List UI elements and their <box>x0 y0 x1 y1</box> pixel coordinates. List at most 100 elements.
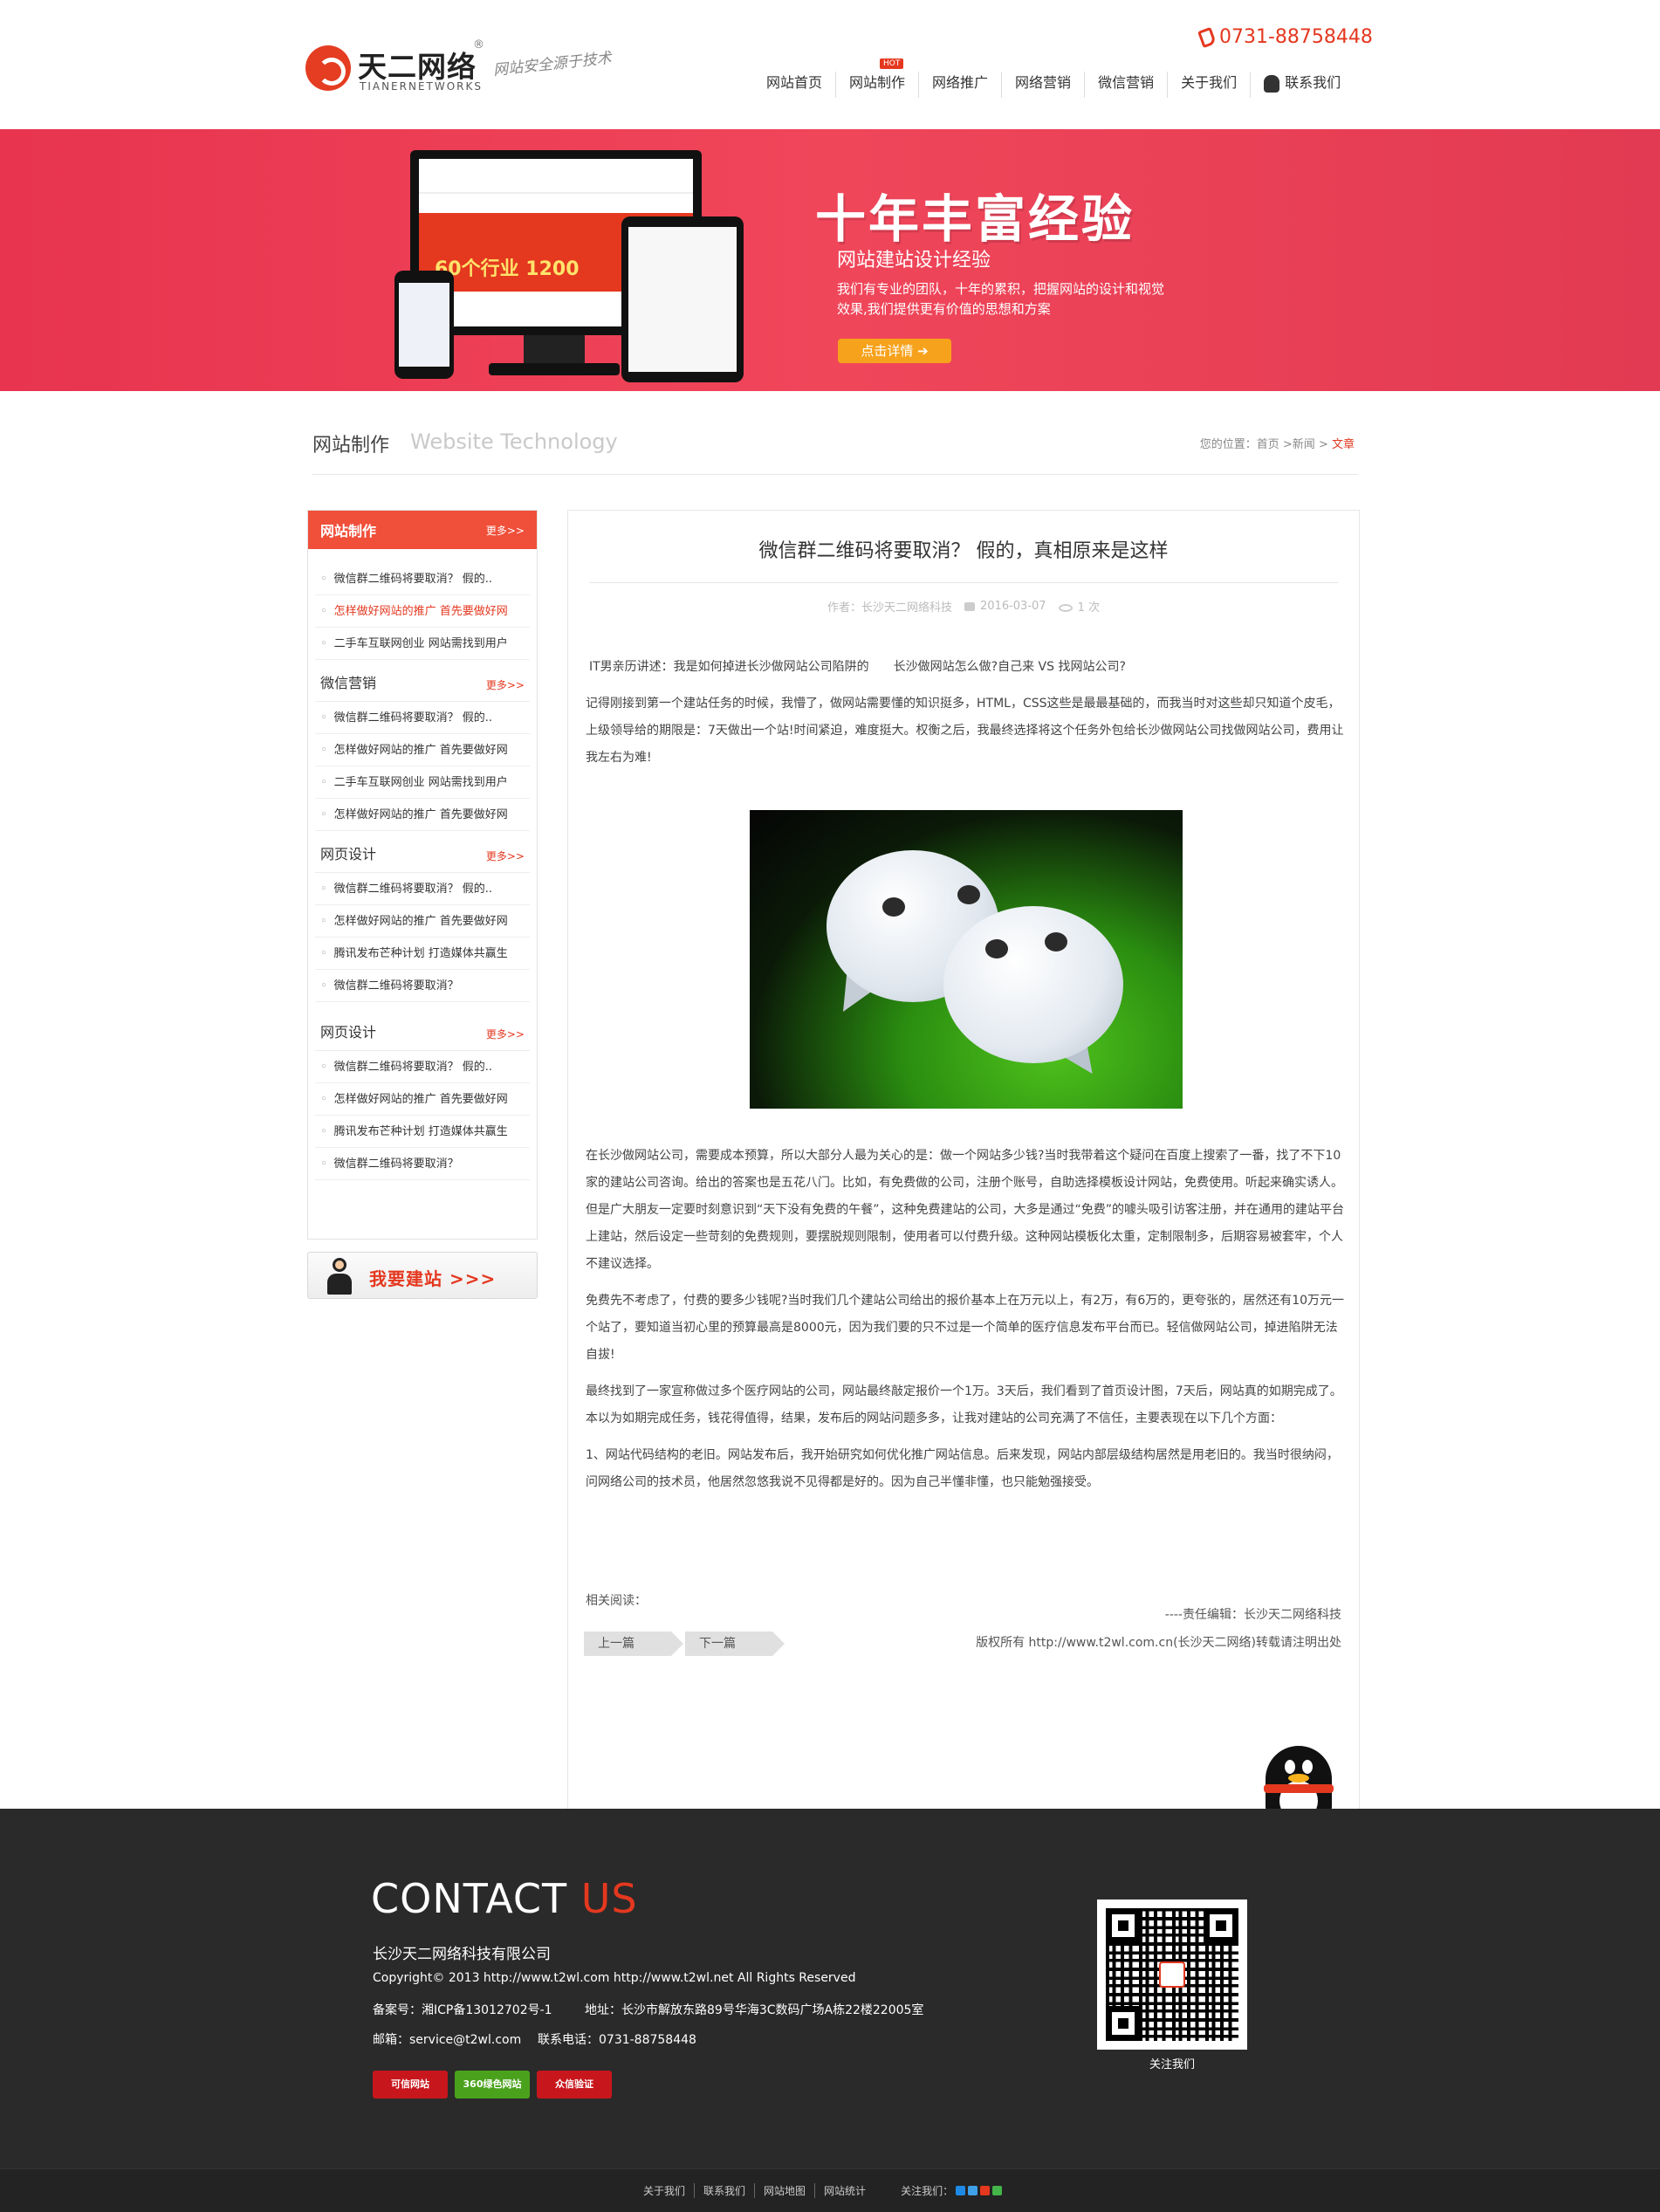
sidebar-item[interactable]: 怎样做好网站的推广 首先要做好网 <box>315 905 530 938</box>
page: 天二网络 TIANERNETWORKS ® 网站安全源于技术 0731-8875… <box>0 0 1660 2212</box>
prev-article-button[interactable]: 上一篇 <box>584 1632 683 1656</box>
share-tencent-icon[interactable] <box>968 2186 978 2195</box>
nav-label: 网站制作 <box>849 74 906 91</box>
qq-icon <box>1264 74 1280 93</box>
sidebar-item[interactable]: 微信群二维码将要取消？ <box>315 970 530 1002</box>
sidebar-item[interactable]: 微信群二维码将要取消？ 假的.. <box>315 873 530 905</box>
qr-code <box>1097 1899 1247 2050</box>
nav-website-making[interactable]: HOT 网站制作 <box>835 58 918 98</box>
divider <box>589 582 1338 583</box>
paragraph: 最终找到了一家宣称做过多个医疗网站的公司，网站最终敲定报价一个1万。3天后，我们… <box>586 1384 1342 1425</box>
sidebar-item[interactable]: 怎样做好网站的推广 首先要做好网 <box>315 1083 530 1116</box>
banner-subtitle: 网站建站设计经验 <box>837 250 991 271</box>
screen-text: 60个行业 1200 <box>435 258 580 280</box>
site-header: 天二网络 TIANERNETWORKS ® 网站安全源于技术 0731-8875… <box>0 0 1660 129</box>
article: 微信群二维码将要取消？ 假的，真相原来是这样 作者：长沙天二网络科技 2016-… <box>567 510 1360 1809</box>
footer-address: 地址：长沙市解放东路89号华海3C数码广场A栋22楼22005室 <box>585 2003 924 2017</box>
person-icon <box>326 1258 353 1295</box>
follow-label: 关注我们： <box>901 2185 954 2197</box>
nav-about[interactable]: 关于我们 <box>1167 72 1250 98</box>
footer-bottom-bar: 关于我们 联系我们 网站地图 网站统计 关注我们： <box>0 2168 1660 2212</box>
share-qzone-icon[interactable] <box>956 2186 966 2195</box>
trust-badges: 可信网站 360绿色网站 众信验证 <box>373 2071 612 2099</box>
sidebar-item[interactable]: 怎样做好网站的推广 首先要做好网 <box>315 734 530 766</box>
article-views: 1 次 <box>1077 601 1100 615</box>
nav-contact[interactable]: 联系我们 <box>1250 72 1354 98</box>
section-title: 网站制作 <box>312 435 390 457</box>
nav-home[interactable]: 网站首页 <box>753 72 835 98</box>
sidebar-group: 微信群二维码将要取消？ 假的.. 怎样做好网站的推广 首先要做好网 二手车互联网… <box>308 549 537 660</box>
group-title: 网页设计 <box>320 1024 377 1041</box>
nav-marketing[interactable]: 网络营销 <box>1001 72 1084 98</box>
sidebar-item[interactable]: 二手车互联网创业 网站需找到用户 <box>315 766 530 799</box>
hot-badge: HOT <box>880 58 904 69</box>
more-link[interactable]: 更多>> <box>486 523 525 538</box>
footer-link-contact[interactable]: 联系我们 <box>694 2183 754 2198</box>
article-author: 作者：长沙天二网络科技 <box>827 601 953 615</box>
nav-wechat[interactable]: 微信营销 <box>1084 72 1167 98</box>
sidebar-group-design-2: 网页设计 更多>> 微信群二维码将要取消？ 假的.. 怎样做好网站的推广 首先要… <box>308 1002 537 1180</box>
verified-badge[interactable]: 众信验证 <box>537 2071 612 2099</box>
share-wechat-icon[interactable] <box>992 2186 1003 2195</box>
more-link[interactable]: 更多>> <box>486 1027 525 1041</box>
sidebar-item[interactable]: 微信群二维码将要取消？ <box>315 1148 530 1180</box>
share-weibo-icon[interactable] <box>980 2186 991 2195</box>
article-views-wrap: 1 次 <box>1058 598 1100 615</box>
group-title: 微信营销 <box>320 675 377 691</box>
more-link[interactable]: 更多>> <box>486 677 525 692</box>
article-title: 微信群二维码将要取消？ 假的，真相原来是这样 <box>758 540 1169 562</box>
calendar-icon <box>964 601 976 611</box>
qr-logo-icon <box>1159 1961 1185 1988</box>
header-phone: 0731-88758448 <box>1197 26 1373 48</box>
wechat-logo-image <box>750 810 1183 1109</box>
qq-penguin-icon[interactable] <box>1255 1746 1342 1824</box>
details-button[interactable]: 点击详情 ➔ <box>838 339 951 363</box>
footer-link-sitemap[interactable]: 网站地图 <box>754 2183 814 2198</box>
section-subtitle: Website Technology <box>410 429 618 454</box>
sidebar-item[interactable]: 腾讯发布芒种计划 打造媒体共赢生 <box>315 938 530 970</box>
eye-icon <box>1058 604 1073 612</box>
sidebar-title: 网站制作 <box>320 523 377 539</box>
footer-icp: 备案号：湘ICP备13012702号-1 <box>373 2003 552 2017</box>
footer-link-about[interactable]: 关于我们 <box>635 2183 694 2198</box>
group-header: 网页设计 更多>> <box>315 831 530 873</box>
banner-title: 十年丰富经验 <box>815 189 1135 249</box>
footer-link-stats[interactable]: 网站统计 <box>814 2183 875 2198</box>
article-date: 2016-03-07 <box>980 600 1046 613</box>
sidebar-item[interactable]: 腾讯发布芒种计划 打造媒体共赢生 <box>315 1116 530 1148</box>
logo[interactable]: 天二网络 TIANERNETWORKS ® <box>305 38 485 100</box>
sidebar-item[interactable]: 怎样做好网站的推广 首先要做好网 <box>315 595 530 628</box>
article-copyright: 版权所有 http://www.t2wl.com.cn(长沙天二网络)转载请注明… <box>976 1636 1341 1650</box>
next-article-button[interactable]: 下一篇 <box>685 1632 785 1656</box>
sidebar-item[interactable]: 微信群二维码将要取消？ 假的.. <box>315 702 530 734</box>
sidebar: 网站制作 更多>> 微信群二维码将要取消？ 假的.. 怎样做好网站的推广 首先要… <box>307 510 538 1240</box>
tablet-image <box>621 216 744 382</box>
footer-links: 关于我们 联系我们 网站地图 网站统计 关注我们： <box>635 2183 1003 2198</box>
sidebar-item[interactable]: 微信群二维码将要取消？ 假的.. <box>315 563 530 595</box>
paragraph: 免费先不考虑了，付费的要多少钱呢?当时我们几个建站公司给出的报价基本上在万元以上… <box>586 1294 1345 1362</box>
build-site-label: 我要建站 >>> <box>369 1268 497 1289</box>
article-date-wrap: 2016-03-07 <box>964 600 1046 613</box>
more-link[interactable]: 更多>> <box>486 848 525 863</box>
paragraph: 记得刚接到第一个建站任务的时候，我懵了，做网站需要懂的知识挺多，HTML，CSS… <box>586 697 1344 765</box>
breadcrumb: 您的位置：首页 >新闻 > 文章 <box>1200 435 1355 451</box>
breadcrumb-path[interactable]: 您的位置：首页 >新闻 > <box>1200 438 1328 451</box>
footer-contact-heading: CONTACT US <box>371 1875 638 1922</box>
paragraph: IT男亲历讲述：我是如何掉进长沙做网站公司陷阱的 长沙做网站怎么做?自己来 VS… <box>589 660 1126 674</box>
paragraph: 1、网站代码结构的老旧。网站发布后，我开始研究如何优化推广网站信息。后来发现，网… <box>586 1448 1339 1489</box>
nav-promotion[interactable]: 网络推广 <box>918 72 1001 98</box>
sidebar-item[interactable]: 怎样做好网站的推广 首先要做好网 <box>315 799 530 831</box>
logo-text: 天二网络 <box>358 50 477 84</box>
section-header: 网站制作 Website Technology 您的位置：首页 >新闻 > 文章 <box>312 428 1358 475</box>
sidebar-item[interactable]: 微信群二维码将要取消？ 假的.. <box>315 1051 530 1083</box>
main-nav: 网站首页 HOT 网站制作 网络推广 网络营销 微信营销 关于我们 联系我们 <box>753 58 1354 98</box>
group-header: 微信营销 更多>> <box>315 660 530 702</box>
build-site-button[interactable]: 我要建站 >>> <box>307 1252 538 1299</box>
trusted-site-badge[interactable]: 可信网站 <box>373 2071 448 2099</box>
phone-number: 0731-88758448 <box>1219 26 1373 48</box>
paragraph: 在长沙做网站公司，需要成本预算，所以大部分人最为关心的是：做一个网站多少钱?当时… <box>586 1149 1345 1271</box>
sidebar-item[interactable]: 二手车互联网创业 网站需找到用户 <box>315 628 530 660</box>
qr-caption: 关注我们 <box>1149 2058 1195 2071</box>
logo-icon <box>305 45 351 91</box>
green-site-badge[interactable]: 360绿色网站 <box>455 2071 530 2099</box>
